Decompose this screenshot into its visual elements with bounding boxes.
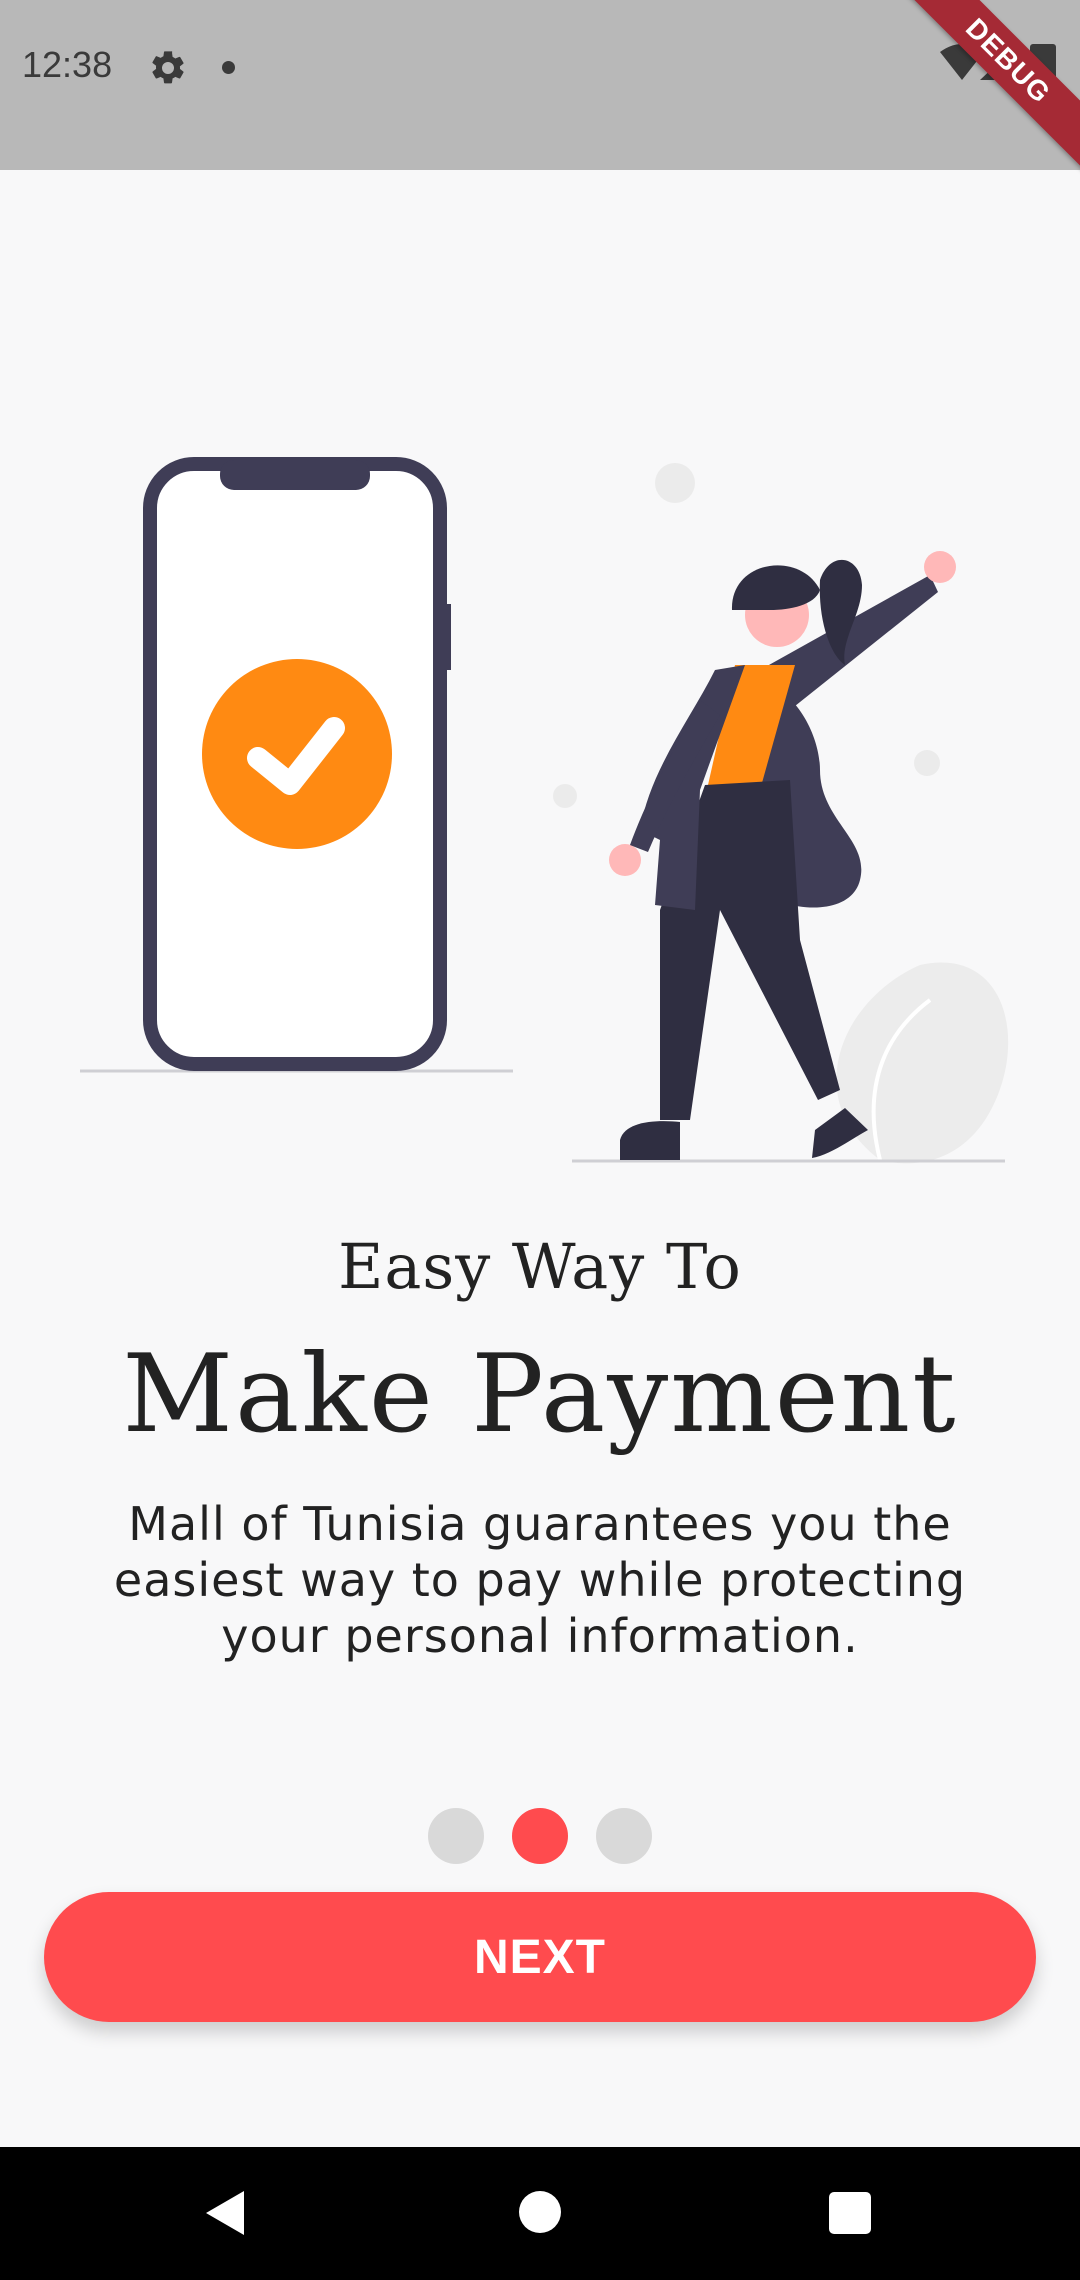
decor-dot xyxy=(655,463,695,503)
status-bar: 12:38 DEBUG xyxy=(0,0,1080,184)
gear-icon xyxy=(152,51,184,84)
page-dot[interactable] xyxy=(596,1808,652,1864)
next-button[interactable]: NEXT xyxy=(44,1892,1036,2022)
system-nav-bar xyxy=(0,2147,1080,2280)
onboarding-screen: 12:38 DEBUG Easy Way To Make Payment Mal… xyxy=(0,0,1080,2280)
payment-illustration xyxy=(80,457,1009,1164)
debug-banner: DEBUG xyxy=(885,0,1080,184)
onboarding-subtitle: Easy Way To xyxy=(338,1230,742,1303)
onboarding-description: Mall of Tunisia guarantees you the easie… xyxy=(113,1497,967,1663)
page-indicator xyxy=(0,1808,1080,1864)
status-time: 12:38 xyxy=(22,44,113,85)
decor-dot xyxy=(914,750,940,776)
back-icon[interactable] xyxy=(200,2187,250,2239)
page-dot[interactable] xyxy=(428,1808,484,1864)
page-dot-active[interactable] xyxy=(512,1808,568,1864)
recents-icon[interactable] xyxy=(829,2192,871,2234)
check-icon xyxy=(202,659,392,849)
home-icon[interactable] xyxy=(519,2191,561,2233)
notification-dot-icon xyxy=(222,61,235,74)
onboarding-title: Make Payment xyxy=(122,1332,958,1457)
decor-dot xyxy=(553,784,577,808)
